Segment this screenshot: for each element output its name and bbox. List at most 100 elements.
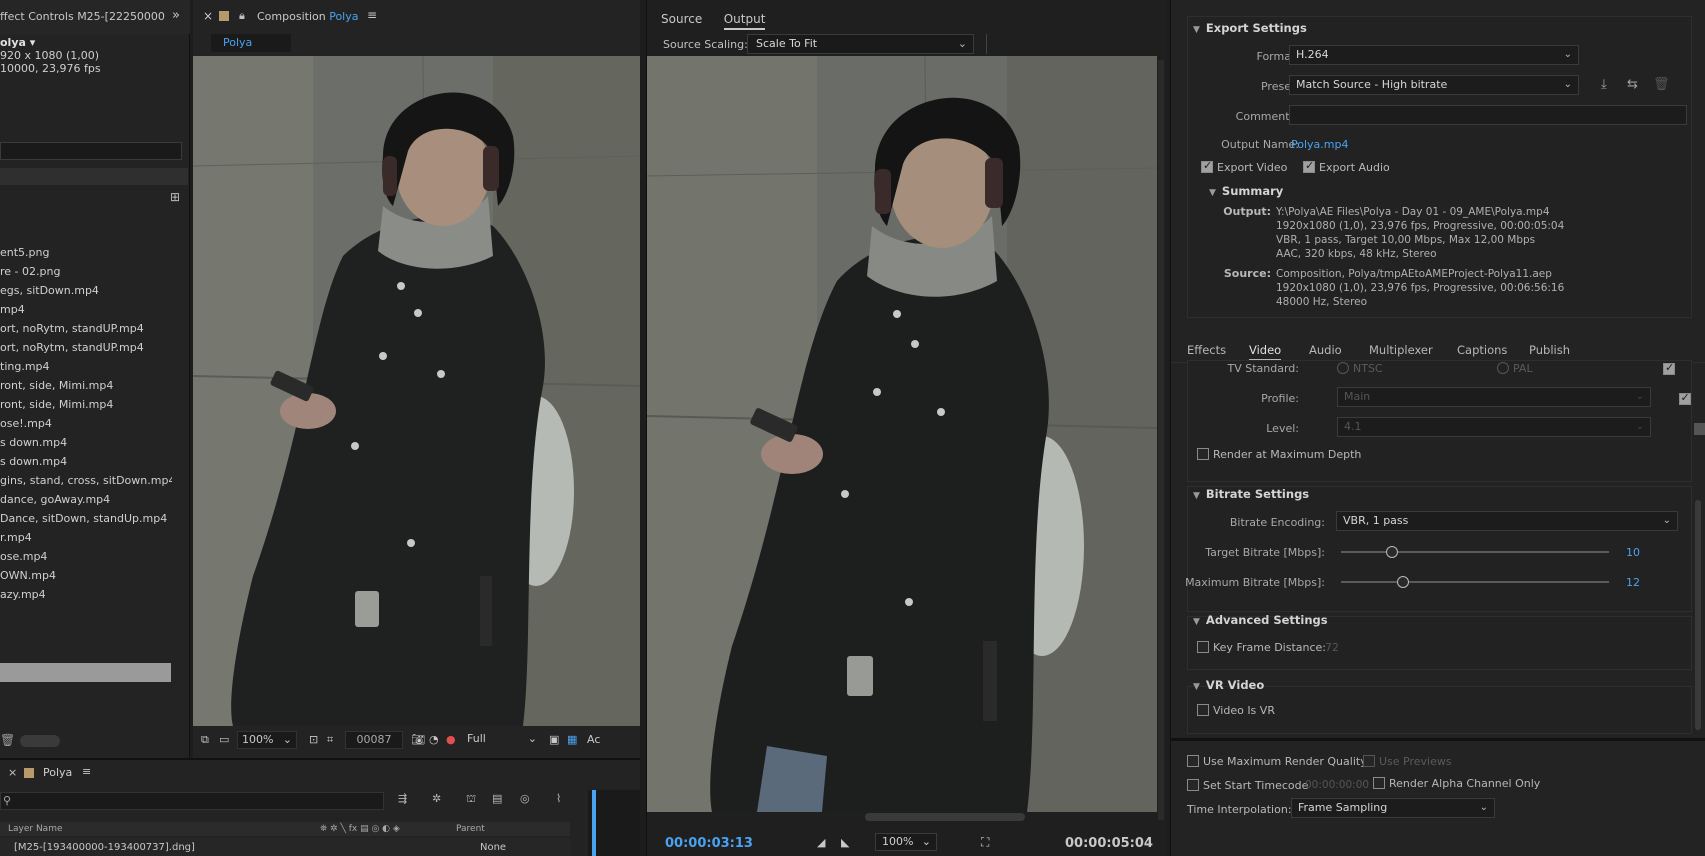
set-start-timecode-checkbox[interactable]: Set Start Timecode — [1187, 778, 1308, 792]
save-preset-icon[interactable]: ⤓ — [1601, 77, 1607, 92]
effect-controls-tab[interactable]: ffect Controls M25-[22250000 — [0, 10, 165, 23]
export-audio-checkbox[interactable]: Export Audio — [1303, 159, 1390, 174]
list-item[interactable]: ront, side, Mimi.mp4 — [0, 395, 172, 414]
comp-name[interactable]: olya ▾ — [0, 36, 35, 49]
region-of-interest-icon[interactable]: ⊡ — [309, 733, 318, 746]
list-item[interactable]: re - 02.png — [0, 262, 172, 281]
parent-header[interactable]: Parent — [456, 822, 485, 836]
comp-mini-flowchart-icon[interactable]: ⇶ — [398, 792, 407, 805]
graph-editor-icon[interactable]: ⌇ — [556, 792, 561, 805]
key-frame-distance-value[interactable]: 72 — [1325, 641, 1339, 654]
list-item[interactable]: egs, sitDown.mp4 — [0, 281, 172, 300]
use-previews-checkbox[interactable]: Use Previews — [1363, 754, 1452, 768]
list-item[interactable]: azy.mp4 — [0, 585, 172, 604]
comp-zoom-select[interactable]: 100% ⌄ — [237, 731, 297, 749]
horizontal-scrollbar[interactable] — [865, 813, 1025, 821]
bitrate-encoding-select[interactable]: VBR, 1 pass ⌄ — [1336, 511, 1678, 531]
selected-list-item[interactable] — [0, 663, 171, 682]
composition-viewer[interactable] — [193, 56, 640, 726]
layer-name-header[interactable]: Layer Name — [8, 822, 63, 836]
show-channel-icon[interactable]: ◔ — [429, 733, 439, 746]
timeline-comp-tab[interactable]: Polya — [43, 766, 72, 779]
panel-menu-icon[interactable]: ≡ — [82, 765, 91, 778]
playhead[interactable] — [592, 790, 596, 856]
tab-publish[interactable]: Publish — [1529, 343, 1570, 357]
profile-match-checkbox[interactable] — [1678, 391, 1691, 405]
list-item[interactable]: s down.mp4 — [0, 433, 172, 452]
preset-select[interactable]: Match Source - High bitrate ⌄ — [1289, 75, 1579, 95]
current-frame-field[interactable]: 00087 — [345, 731, 403, 749]
checkbox[interactable] — [1201, 159, 1213, 173]
tab-captions[interactable]: Captions — [1457, 343, 1507, 357]
tv-standard-match-checkbox[interactable] — [1663, 361, 1675, 375]
project-search-input[interactable] — [0, 142, 182, 160]
monitor-icon[interactable]: ▭ — [219, 733, 229, 746]
panel-menu-icon[interactable]: ≡ — [367, 8, 377, 22]
list-item[interactable]: ort, noRytm, standUP.mp4 — [0, 319, 172, 338]
list-item[interactable]: ting.mp4 — [0, 357, 172, 376]
max-bitrate-slider[interactable] — [1341, 576, 1609, 588]
import-preset-icon[interactable]: ⇆ — [1627, 77, 1638, 92]
export-video-checkbox[interactable]: Export Video — [1201, 159, 1287, 174]
tab-multiplexer[interactable]: Multiplexer — [1369, 343, 1433, 357]
trash-icon[interactable]: 🗑 — [0, 733, 15, 747]
checkbox[interactable] — [1303, 159, 1315, 173]
export-settings-header[interactable]: ▼ Export Settings — [1193, 21, 1307, 35]
time-interpolation-select[interactable]: Frame Sampling ⌄ — [1291, 798, 1495, 818]
tab-output[interactable]: Output — [723, 12, 766, 30]
max-render-quality-checkbox[interactable]: Use Maximum Render Quality — [1187, 754, 1367, 768]
list-item[interactable]: ose.mp4 — [0, 547, 172, 566]
draft-3d-icon[interactable]: ✲ — [432, 792, 441, 805]
layer-parent[interactable]: None — [480, 842, 506, 853]
output-name-link[interactable]: Polya.mp4 — [1291, 138, 1348, 151]
transparency-grid-icon[interactable]: ▦ — [567, 733, 577, 746]
tab-video[interactable]: Video — [1249, 343, 1282, 361]
max-bitrate-value[interactable]: 12 — [1626, 576, 1640, 589]
ntsc-radio[interactable]: NTSC — [1337, 361, 1383, 375]
pal-radio[interactable]: PAL — [1497, 361, 1533, 375]
current-time[interactable]: 00:00:03:13 — [665, 836, 753, 851]
flowchart-icon[interactable]: ⊞ — [170, 190, 180, 204]
checkbox[interactable] — [1373, 777, 1385, 789]
fast-previews-icon[interactable]: ▣ — [549, 733, 559, 746]
comments-input[interactable] — [1289, 105, 1687, 125]
vr-video-header[interactable]: ▼ VR Video — [1193, 678, 1264, 692]
target-bitrate-slider[interactable] — [1341, 546, 1609, 558]
list-item[interactable]: ort, noRytm, standUP.mp4 — [0, 338, 172, 357]
tab-effects[interactable]: Effects — [1187, 343, 1226, 357]
checkbox[interactable] — [1197, 448, 1209, 460]
checkbox[interactable] — [1187, 779, 1199, 791]
render-alpha-checkbox[interactable]: Render Alpha Channel Only — [1373, 776, 1540, 790]
aspect-ratio-icon[interactable]: ⛶ — [981, 835, 989, 850]
close-icon[interactable]: × — [8, 766, 17, 779]
checkbox[interactable] — [1197, 704, 1209, 716]
delete-preset-icon[interactable]: 🗑 — [1653, 77, 1670, 92]
resolution-select[interactable]: Full ⌄ — [463, 731, 541, 749]
motion-blur-icon[interactable]: ◎ — [520, 792, 530, 805]
video-is-vr-checkbox[interactable]: Video Is VR — [1197, 703, 1275, 717]
checkbox[interactable] — [1363, 755, 1375, 767]
level-match-checkbox[interactable] — [1694, 423, 1705, 435]
list-item[interactable]: ront, side, Mimi.mp4 — [0, 376, 172, 395]
composition-tab[interactable]: Composition Polya — [257, 10, 358, 23]
key-frame-distance-checkbox[interactable]: Key Frame Distance: — [1197, 640, 1326, 654]
table-row[interactable]: [M25-[193400000-193400737].dng] None — [0, 838, 570, 856]
tab-audio[interactable]: Audio — [1309, 343, 1342, 357]
crop-icon[interactable]: ⌗ — [327, 733, 333, 747]
summary-header[interactable]: ▼ Summary — [1209, 184, 1283, 198]
advanced-settings-header[interactable]: ▼ Advanced Settings — [1193, 613, 1328, 627]
bitrate-settings-header[interactable]: ▼ Bitrate Settings — [1193, 487, 1309, 501]
radio[interactable] — [1497, 362, 1509, 374]
checkbox[interactable] — [1197, 641, 1209, 653]
snapshot-toggle-icon[interactable]: ⧉ — [201, 733, 209, 747]
list-item[interactable]: Dance, sitDown, standUp.mp4 — [0, 509, 172, 528]
active-camera-label[interactable]: Ac — [587, 733, 600, 746]
list-item[interactable]: OWN.mp4 — [0, 566, 172, 585]
color-channels-icon[interactable]: ● — [446, 733, 456, 746]
tab-source[interactable]: Source — [661, 12, 702, 28]
render-max-depth-checkbox[interactable]: Render at Maximum Depth — [1197, 447, 1361, 461]
shy-layers-icon[interactable]: ⛫ — [466, 792, 476, 807]
timeline-search-input[interactable]: ⚲ — [0, 792, 384, 810]
list-item[interactable]: s down.mp4 — [0, 452, 172, 471]
checkbox[interactable] — [1187, 755, 1199, 767]
